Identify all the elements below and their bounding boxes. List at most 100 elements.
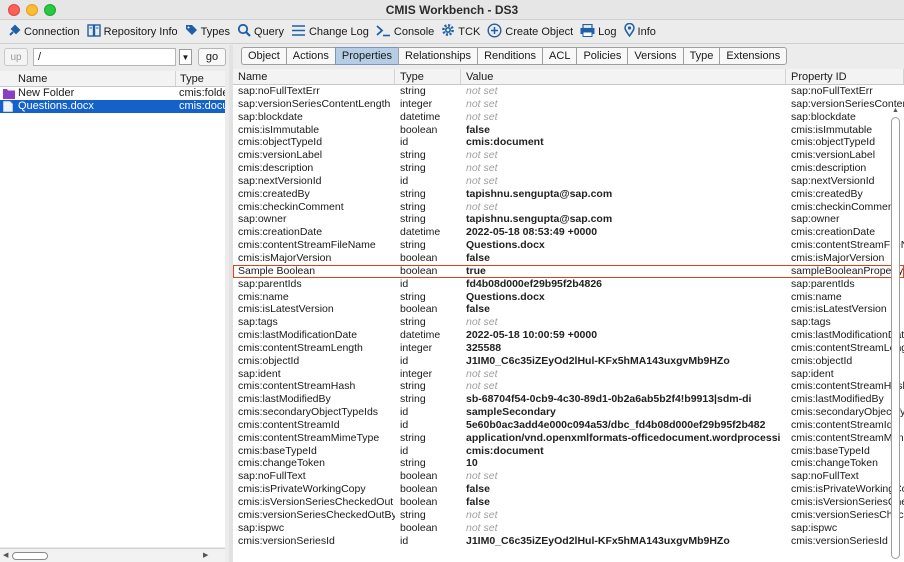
property-type-cell: boolean	[400, 123, 438, 136]
table-row[interactable]: cmis:creationDate datetime 2022-05-18 08:5…	[233, 226, 904, 239]
property-id-cell: sap:owner	[791, 213, 840, 226]
table-row[interactable]: sap:owner string tapishnu.sengupta@sap.com…	[233, 213, 904, 226]
list-item[interactable]: New Folder cmis:folder	[0, 87, 225, 100]
repository-info-button[interactable]: Repository Info	[86, 23, 178, 40]
table-row[interactable]: cmis:isLatestVersion boolean false cmis:isL…	[233, 303, 904, 316]
table-row[interactable]: cmis:objectTypeId id cmis:document cmis:obj…	[233, 136, 904, 149]
table-row[interactable]: cmis:contentStreamHash string not set cmis:…	[233, 380, 904, 393]
table-row[interactable]: sap:parentIds id fd4b08d000ef29b95f2b4826 s…	[233, 278, 904, 291]
properties-vertical-scrollbar[interactable]: ▲	[891, 107, 901, 562]
table-row[interactable]: cmis:objectId id J1IM0_C6c35iZEyOd2lHul-KF…	[233, 355, 904, 368]
tab-relationships[interactable]: Relationships	[398, 47, 478, 65]
property-type-cell: boolean	[400, 470, 438, 483]
table-row[interactable]: sap:blockdate datetime not set sap:blockdat…	[233, 111, 904, 124]
table-row[interactable]: cmis:checkinComment string not set cmis:che…	[233, 201, 904, 214]
property-value-cell: J1IM0_C6c35iZEyOd2lHul-KFx5hMA143uxgvMb9…	[466, 534, 730, 547]
properties-table-header: Name Type Value Property ID	[233, 69, 904, 85]
object-details-pane: Object Actions Properties Relationships …	[233, 45, 904, 562]
scroll-left-arrow-icon[interactable]: ◀	[3, 551, 8, 559]
table-row[interactable]: sap:nextVersionId id not set sap:nextVersio…	[233, 175, 904, 188]
property-type-cell: id	[400, 444, 409, 457]
value-column-header[interactable]: Value	[461, 69, 786, 84]
table-row[interactable]: cmis:versionSeriesCheckedOutBy string not …	[233, 509, 904, 522]
scroll-right-arrow-icon[interactable]: ▶	[203, 551, 208, 559]
property-id-cell: sap:nextVersionId	[791, 174, 875, 187]
up-button[interactable]: up	[4, 48, 28, 66]
table-row[interactable]: sap:noFullTextErr string not set sap:noFull…	[233, 85, 904, 98]
property-value-cell: 2022-05-18 10:00:59 +0000	[466, 329, 598, 342]
table-row[interactable]: sap:noFullText boolean not set sap:noFullTe…	[233, 470, 904, 483]
table-row[interactable]: cmis:isVersionSeriesCheckedOut boolean fal…	[233, 496, 904, 509]
property-type-cell: string	[400, 380, 426, 393]
tab-properties[interactable]: Properties	[334, 47, 399, 65]
type-column-header[interactable]: Type	[176, 71, 225, 86]
tab-versions[interactable]: Versions	[627, 47, 683, 65]
table-row[interactable]: cmis:isMajorVersion boolean false cmis:isMa…	[233, 252, 904, 265]
name-column-header[interactable]: Name	[233, 69, 395, 84]
table-row[interactable]: cmis:name string Questions.docx cmis:name	[233, 291, 904, 304]
type-column-header[interactable]: Type	[395, 69, 461, 84]
tab-acl[interactable]: ACL	[542, 47, 577, 65]
table-row[interactable]: cmis:createdBy string tapishnu.sengupta@sa…	[233, 188, 904, 201]
tab-actions[interactable]: Actions	[285, 47, 335, 65]
table-row[interactable]: cmis:baseTypeId id cmis:document cmis:baseT…	[233, 445, 904, 458]
table-row[interactable]: cmis:contentStreamId id 5e60b0ac3add4e000c…	[233, 419, 904, 432]
table-row[interactable]: sap:ispwc boolean not set sap:ispwc	[233, 522, 904, 535]
table-row[interactable]: sap:versionSeriesContentLength integer not…	[233, 98, 904, 111]
table-row[interactable]: cmis:contentStreamFileName string Question…	[233, 239, 904, 252]
table-row[interactable]: cmis:lastModificationDate datetime 2022-05…	[233, 329, 904, 342]
table-row[interactable]: cmis:isPrivateWorkingCopy boolean false cmi…	[233, 483, 904, 496]
table-row[interactable]: cmis:isImmutable boolean false cmis:isImmut…	[233, 124, 904, 137]
property-type-cell: string	[400, 187, 426, 200]
property-name-cell: sap:nextVersionId	[238, 174, 322, 187]
console-button[interactable]: Console	[376, 24, 434, 40]
create-object-button[interactable]: Create Object	[487, 22, 573, 41]
table-row[interactable]: Sample Boolean boolean true sampleBooleanPr…	[233, 264, 904, 278]
types-button[interactable]: Types	[185, 24, 230, 40]
path-input[interactable]: /	[33, 48, 176, 66]
folder-horizontal-scrollbar[interactable]: ◀ ▶	[0, 548, 225, 562]
tab-renditions[interactable]: Renditions	[477, 47, 543, 65]
table-row[interactable]: cmis:versionLabel string not set cmis:versi…	[233, 149, 904, 162]
property-value-cell: not set	[466, 85, 498, 97]
property-type-cell: string	[400, 508, 426, 521]
property-id-cell: cmis:changeToken	[791, 457, 878, 470]
name-column-header[interactable]: Name	[0, 71, 176, 86]
query-button[interactable]: Query	[237, 23, 284, 40]
path-bar: up / ▼ go	[0, 45, 229, 69]
table-row[interactable]: cmis:lastModifiedBy string sb-68704f54-0cb…	[233, 393, 904, 406]
property-name-cell: cmis:contentStreamHash	[238, 380, 356, 393]
property-value-cell: sb-68704f54-0cb9-4c30-89d1-0b2a6ab5b2f4!…	[466, 393, 752, 406]
scrollbar-thumb[interactable]	[12, 552, 48, 560]
log-button[interactable]: Log	[580, 23, 617, 40]
table-row[interactable]: cmis:contentStreamLength integer 325588 cmi…	[233, 342, 904, 355]
main-toolbar: Connection Repository Info Types Query C…	[0, 20, 904, 44]
tab-type[interactable]: Type	[682, 47, 720, 65]
connection-button[interactable]: Connection	[8, 24, 80, 40]
property-value-cell: tapishnu.sengupta@sap.com	[466, 187, 613, 200]
path-dropdown-button[interactable]: ▼	[179, 49, 192, 65]
change-log-button[interactable]: Change Log	[291, 24, 369, 40]
table-row[interactable]: sap:tags string not set sap:tags	[233, 316, 904, 329]
scrollbar-thumb[interactable]	[891, 117, 900, 559]
tck-button[interactable]: TCK	[441, 23, 480, 40]
terminal-icon	[376, 24, 394, 40]
property-type-cell: id	[400, 136, 409, 149]
property-type-cell: string	[400, 162, 426, 175]
tab-policies[interactable]: Policies	[576, 47, 628, 65]
tab-object[interactable]: Object	[241, 47, 286, 65]
table-row[interactable]: cmis:versionSeriesId id J1IM0_C6c35iZEyOd2…	[233, 535, 904, 548]
list-item[interactable]: Questions.docx cmis:document	[0, 100, 225, 113]
table-row[interactable]: sap:ident integer not set sap:ident	[233, 368, 904, 381]
table-row[interactable]: cmis:changeToken string 10 cmis:changeToken	[233, 457, 904, 470]
scroll-up-arrow-icon[interactable]: ▲	[892, 107, 899, 114]
property-id-column-header[interactable]: Property ID	[786, 69, 904, 84]
table-row[interactable]: cmis:description string not set cmis:descri…	[233, 162, 904, 175]
tab-extensions[interactable]: Extensions	[719, 47, 788, 65]
property-name-cell: cmis:contentStreamLength	[238, 341, 363, 354]
table-row[interactable]: cmis:secondaryObjectTypeIds id sampleSecon…	[233, 406, 904, 419]
property-name-cell: cmis:versionSeriesCheckedOutBy	[238, 508, 395, 521]
go-button[interactable]: go	[198, 48, 226, 66]
table-row[interactable]: cmis:contentStreamMimeType string applicat…	[233, 432, 904, 445]
info-button[interactable]: Info	[623, 22, 656, 40]
